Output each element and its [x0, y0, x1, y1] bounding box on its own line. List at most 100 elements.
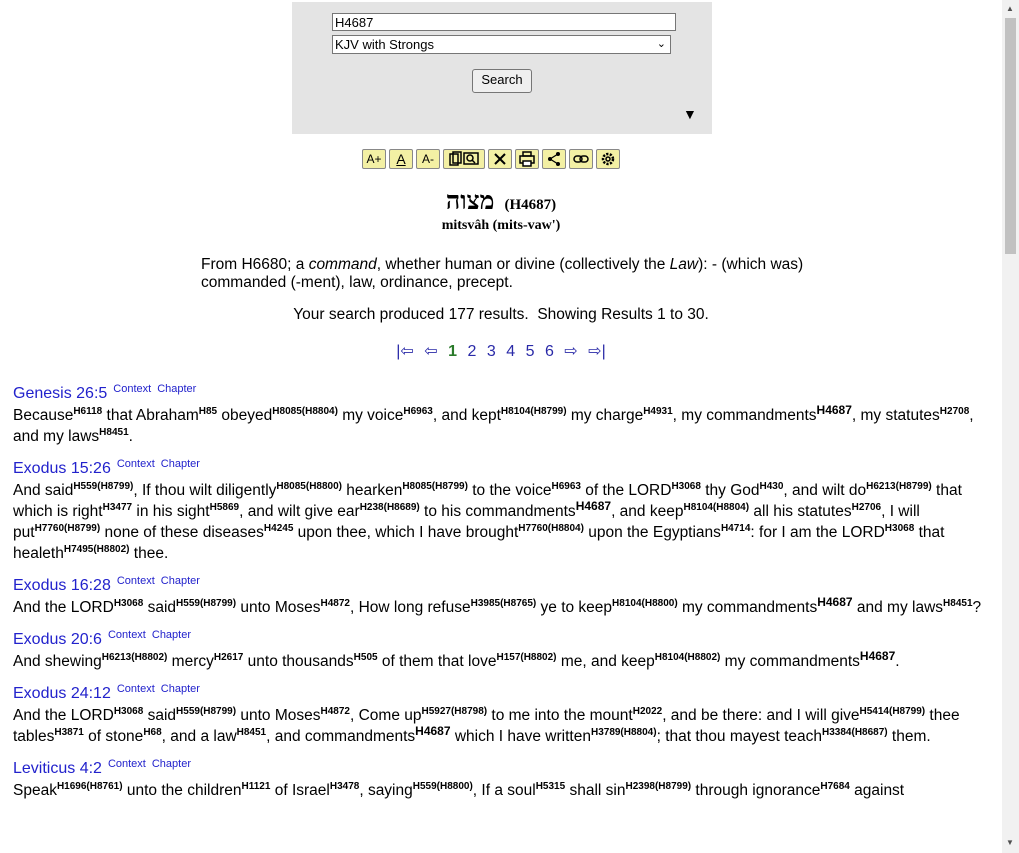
verse-reference-link[interactable]: Exodus 16:28 [13, 577, 111, 594]
font-bigger-button[interactable]: A+ [362, 149, 386, 169]
strongs-number-link[interactable]: H3478 [330, 781, 359, 792]
font-normal-button[interactable]: A [389, 149, 413, 169]
strongs-number-link[interactable]: H4872 [321, 598, 350, 609]
strongs-number-link[interactable]: H2706 [852, 502, 881, 513]
strongs-number-link[interactable]: H430 [760, 481, 784, 492]
first-page-link[interactable]: |⇦ [396, 343, 414, 360]
strongs-number-link[interactable]: H68 [143, 727, 161, 738]
strongs-number-link[interactable]: H559(H8799) [73, 481, 133, 492]
strongs-number-link[interactable]: H559(H8799) [176, 706, 236, 717]
verse-reference-link[interactable]: Leviticus 4:2 [13, 760, 102, 777]
strongs-number-link[interactable]: H5315 [536, 781, 565, 792]
clear-button[interactable] [488, 149, 512, 169]
strongs-number-link[interactable]: H4687 [860, 649, 895, 663]
strongs-number-link[interactable]: H1121 [241, 781, 270, 792]
page-link[interactable]: 6 [545, 343, 554, 360]
strongs-number-link[interactable]: H8104(H8800) [612, 598, 678, 609]
strongs-number-link[interactable]: H3068 [114, 706, 143, 717]
strongs-number-link[interactable]: H559(H8800) [413, 781, 473, 792]
context-link[interactable]: Context [117, 458, 155, 470]
strongs-number-link[interactable]: H3477 [103, 502, 132, 513]
strongs-number-link[interactable]: H8085(H8799) [402, 481, 468, 492]
strongs-number-link[interactable]: H3384(H8687) [822, 727, 888, 738]
scroll-thumb[interactable] [1005, 18, 1016, 254]
strongs-number-link[interactable]: H7495(H8802) [64, 544, 130, 555]
chapter-link[interactable]: Chapter [161, 575, 200, 587]
page-scrollbar[interactable]: ▲ ▼ [1002, 0, 1019, 853]
context-link[interactable]: Context [113, 383, 151, 395]
chapter-link[interactable]: Chapter [161, 683, 200, 695]
strongs-number-link[interactable]: H2398(H8799) [625, 781, 691, 792]
share-button[interactable] [542, 149, 566, 169]
page-link[interactable]: 4 [506, 343, 515, 360]
search-input[interactable] [332, 13, 676, 31]
strongs-number-link[interactable]: H505 [354, 652, 378, 663]
strongs-number-link[interactable]: H4714 [721, 523, 750, 534]
scroll-down-icon[interactable]: ▼ [1006, 838, 1014, 847]
copy-button[interactable] [443, 149, 485, 169]
strongs-number-link[interactable]: H8451 [237, 727, 266, 738]
chapter-link[interactable]: Chapter [152, 629, 191, 641]
print-button[interactable] [515, 149, 539, 169]
link-button[interactable] [569, 149, 593, 169]
strongs-number-link[interactable]: H4687 [576, 499, 611, 513]
version-select[interactable]: KJV with Strongs ⌄ [332, 35, 671, 54]
strongs-number-link[interactable]: H559(H8799) [176, 598, 236, 609]
strongs-number-link[interactable]: H5869 [210, 502, 239, 513]
strongs-number-link[interactable]: H3068 [114, 598, 143, 609]
chapter-link[interactable]: Chapter [152, 758, 191, 770]
chapter-link[interactable]: Chapter [161, 458, 200, 470]
context-link[interactable]: Context [117, 683, 155, 695]
context-link[interactable]: Context [108, 629, 146, 641]
strongs-number-link[interactable]: H1696(H8761) [57, 781, 123, 792]
strongs-number-link[interactable]: H3068 [671, 481, 700, 492]
verse-reference-link[interactable]: Exodus 20:6 [13, 631, 102, 648]
strongs-number-link[interactable]: H3789(H8804) [591, 727, 657, 738]
strongs-number-link[interactable]: H8451 [99, 427, 128, 438]
strongs-number-link[interactable]: H8085(H8800) [276, 481, 342, 492]
strongs-number-link[interactable]: H2708 [940, 406, 969, 417]
page-link[interactable]: 5 [526, 343, 535, 360]
strongs-number-link[interactable]: H3985(H8765) [471, 598, 537, 609]
verse-reference-link[interactable]: Exodus 15:26 [13, 460, 111, 477]
font-smaller-button[interactable]: A- [416, 149, 440, 169]
strongs-number-link[interactable]: H6963 [552, 481, 581, 492]
strongs-number-link[interactable]: H4687 [817, 403, 852, 417]
strongs-number-link[interactable]: H4245 [264, 523, 293, 534]
verse-reference-link[interactable]: Genesis 26:5 [13, 385, 107, 402]
strongs-number-link[interactable]: H2617 [214, 652, 243, 663]
verse-reference-link[interactable]: Exodus 24:12 [13, 685, 111, 702]
search-button[interactable]: Search [472, 69, 532, 93]
strongs-number-link[interactable]: H8104(H8799) [501, 406, 567, 417]
strongs-number-link[interactable]: H3068 [885, 523, 914, 534]
strongs-number-link[interactable]: H3871 [54, 727, 83, 738]
strongs-number-link[interactable]: H8451 [943, 598, 972, 609]
strongs-number-link[interactable]: H4872 [321, 706, 350, 717]
strongs-number-link[interactable]: H2022 [633, 706, 662, 717]
strongs-number-link[interactable]: H157(H8802) [496, 652, 556, 663]
strongs-number-link[interactable]: H7760(H8804) [518, 523, 584, 534]
next-page-link[interactable]: ⇨ [564, 343, 577, 360]
scroll-up-icon[interactable]: ▲ [1006, 4, 1014, 13]
page-link[interactable]: 2 [468, 343, 477, 360]
strongs-number-link[interactable]: H7760(H8799) [35, 523, 101, 534]
strongs-number-link[interactable]: H4931 [643, 406, 672, 417]
strongs-number-link[interactable]: H6963 [403, 406, 432, 417]
prev-page-link[interactable]: ⇦ [424, 343, 437, 360]
strongs-number-link[interactable]: H6213(H8799) [866, 481, 932, 492]
page-link[interactable]: 3 [487, 343, 496, 360]
strongs-number-link[interactable]: H6213(H8802) [102, 652, 168, 663]
strongs-number-link[interactable]: H238(H8689) [360, 502, 420, 513]
chapter-link[interactable]: Chapter [157, 383, 196, 395]
context-link[interactable]: Context [108, 758, 146, 770]
strongs-number-link[interactable]: H8104(H8804) [683, 502, 749, 513]
settings-button[interactable] [596, 149, 620, 169]
strongs-number-link[interactable]: H7684 [820, 781, 849, 792]
expand-options-icon[interactable]: ▼ [683, 106, 697, 122]
strongs-number-link[interactable]: H6118 [73, 406, 102, 417]
context-link[interactable]: Context [117, 575, 155, 587]
last-page-link[interactable]: ⇨| [588, 343, 606, 360]
strongs-number-link[interactable]: H5414(H8799) [860, 706, 926, 717]
strongs-number-link[interactable]: H85 [199, 406, 217, 417]
strongs-number-link[interactable]: H8085(H8804) [272, 406, 338, 417]
